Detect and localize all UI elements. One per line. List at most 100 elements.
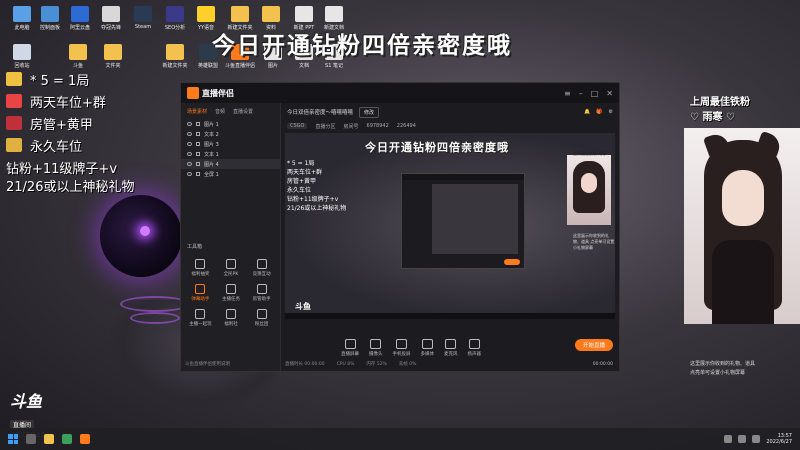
preview-perk-line: 永久车位 xyxy=(287,187,312,194)
stream-preview[interactable]: 今日开通钻粉四倍亲密度哦 * 5 = 1局 两天车位+群 房管+黄甲 永久车位 … xyxy=(285,133,615,319)
source-item[interactable]: 全屏 1 xyxy=(181,169,280,179)
volume-icon[interactable] xyxy=(752,435,761,443)
lock-icon[interactable] xyxy=(196,152,200,156)
eye-icon[interactable] xyxy=(187,132,192,136)
tool-guess[interactable]: 竞猜互动 xyxy=(246,259,277,277)
app-icon xyxy=(71,6,89,22)
close-icon[interactable]: ✕ xyxy=(606,89,613,98)
tool-lottery[interactable]: 福利抽奖 xyxy=(185,259,216,277)
tab-scene[interactable]: 场景素材 xyxy=(187,108,207,115)
control-label: 直播屏幕 xyxy=(341,352,359,357)
tool-label: 主播一起玩 xyxy=(189,322,212,327)
eye-icon[interactable] xyxy=(187,122,192,126)
tool-manager[interactable]: 房管助手 xyxy=(246,284,277,302)
source-label: 图片 1 xyxy=(204,121,219,128)
media-button[interactable]: 多媒体 xyxy=(421,339,434,357)
app-sidebar: 场景素材 音频 直播设置 图片 1 文本 2 图片 3 文本 1 图片 4 全屏… xyxy=(181,103,281,371)
perk-item: 房管+黄甲 xyxy=(6,114,134,133)
desktop-icon-label: 斗鱼直播伴侣 xyxy=(224,63,255,69)
gamepad-icon xyxy=(195,309,206,319)
go-live-button[interactable]: 开始直播 xyxy=(574,339,613,351)
edit-title-button[interactable]: 修改 xyxy=(359,106,380,118)
stream-duration: 直播时长 00:00:00 xyxy=(285,362,325,367)
perk-text: 两天车位+群 xyxy=(30,95,106,111)
app-icon xyxy=(166,6,184,22)
maximize-icon[interactable]: □ xyxy=(591,89,599,98)
tool-welfare[interactable]: 福利社 xyxy=(216,309,247,327)
preview-perk-line: 房管+黄甲 xyxy=(287,178,317,185)
lock-icon[interactable] xyxy=(196,122,200,126)
source-item[interactable]: 文本 2 xyxy=(181,129,280,139)
search-icon[interactable] xyxy=(26,434,36,444)
source-item[interactable]: 图片 4 xyxy=(181,159,280,169)
phone-cast-button[interactable]: 手机投屏 xyxy=(393,339,411,357)
mic-button[interactable]: 麦克风 xyxy=(444,339,458,357)
toolbox-grid: 福利抽奖 全民PK 竞猜互动 弹幕助手 主播任务 房管助手 主播一起玩 福利社 … xyxy=(185,259,277,327)
app-icon xyxy=(102,6,120,22)
source-item[interactable]: 图片 1 xyxy=(181,119,280,129)
desktop-icon[interactable]: 新建文件夹 xyxy=(157,44,193,69)
perk-text: 永久车位 xyxy=(30,139,83,155)
settings-icon[interactable]: ⚙ xyxy=(609,109,613,115)
streaming-app-icon[interactable] xyxy=(80,434,90,444)
tool-pk[interactable]: 全民PK xyxy=(216,259,247,277)
desktop-icon[interactable]: 斗鱼 xyxy=(60,44,96,69)
tool-label: 福利社 xyxy=(224,322,238,327)
perk-item: * 5 = 1局 xyxy=(6,70,134,89)
app-footer-link[interactable]: 斗鱼直播伴侣使用说明 xyxy=(185,361,230,367)
clock[interactable]: 13:57 2022/6/27 xyxy=(766,433,792,445)
windows-start-icon[interactable] xyxy=(8,434,18,444)
speaker-button[interactable]: 扬声器 xyxy=(468,339,481,357)
fan-count: 226494 xyxy=(396,123,416,129)
desktop-icon[interactable]: 回收站 xyxy=(4,44,40,69)
source-label: 文本 2 xyxy=(204,131,219,138)
gift-icon[interactable]: 🎁 xyxy=(596,109,602,115)
explorer-icon[interactable] xyxy=(44,434,54,444)
desktop-icon-label: 文档 xyxy=(298,63,309,69)
preview-perk-line: 21/26或以上神秘礼物 xyxy=(287,205,347,212)
cpu-usage: CPU 8% xyxy=(336,361,355,367)
source-item[interactable]: 图片 3 xyxy=(181,139,280,149)
camera-button[interactable]: 摄像头 xyxy=(369,339,383,357)
lock-icon[interactable] xyxy=(196,142,200,146)
eye-icon[interactable] xyxy=(187,162,192,166)
tool-task[interactable]: 主播任务 xyxy=(216,284,247,302)
lock-icon[interactable] xyxy=(196,162,200,166)
clothing-shape xyxy=(712,240,774,324)
room-id: 6978942 xyxy=(366,123,389,129)
notification-icon[interactable]: 🔔 xyxy=(584,109,590,115)
tab-settings[interactable]: 直播设置 xyxy=(233,108,253,115)
face-shape xyxy=(581,173,597,193)
ticket-icon xyxy=(6,72,22,86)
menu-icon[interactable]: ≡ xyxy=(564,89,571,98)
network-icon[interactable] xyxy=(738,435,747,443)
pk-icon xyxy=(225,259,236,269)
tool-danmaku[interactable]: 弹幕助手 xyxy=(185,284,216,302)
tab-audio[interactable]: 音频 xyxy=(215,108,225,115)
tray-icon[interactable] xyxy=(724,435,733,443)
eye-icon[interactable] xyxy=(187,172,192,176)
toolbox-header: 工具箱 xyxy=(187,244,203,250)
tool-fans[interactable]: 粉丝团 xyxy=(246,309,277,327)
lock-icon[interactable] xyxy=(196,132,200,136)
source-label: 图片 4 xyxy=(204,161,219,168)
screen-button[interactable]: 直播屏幕 xyxy=(341,339,359,357)
banner-text: 今日开通钻粉四倍亲密度哦 xyxy=(212,33,512,59)
desktop-icon[interactable]: Steam xyxy=(125,6,161,30)
minimize-icon[interactable]: – xyxy=(579,89,583,98)
game-category[interactable]: CSGO xyxy=(287,123,308,129)
lock-icon[interactable] xyxy=(196,172,200,176)
tool-play[interactable]: 主播一起玩 xyxy=(185,309,216,327)
media-icon xyxy=(421,339,433,349)
desktop-icon[interactable]: 文件夹 xyxy=(95,44,131,69)
desktop-icon-label: 斗鱼 xyxy=(72,63,83,69)
eye-icon[interactable] xyxy=(187,152,192,156)
memory-usage: 内存 52% xyxy=(366,362,387,367)
desktop-icon[interactable]: 夺冠先锋 xyxy=(93,6,129,31)
gift-note: 这里展示你收到的礼物、道具 点亮单可设置小礼物屏幕 xyxy=(690,360,755,378)
browser-icon[interactable] xyxy=(62,434,72,444)
source-item[interactable]: 文本 1 xyxy=(181,149,280,159)
perk-line: 21/26或以上神秘礼物 xyxy=(6,180,135,195)
eye-icon[interactable] xyxy=(187,142,192,146)
tool-label: 粉丝团 xyxy=(254,322,269,327)
